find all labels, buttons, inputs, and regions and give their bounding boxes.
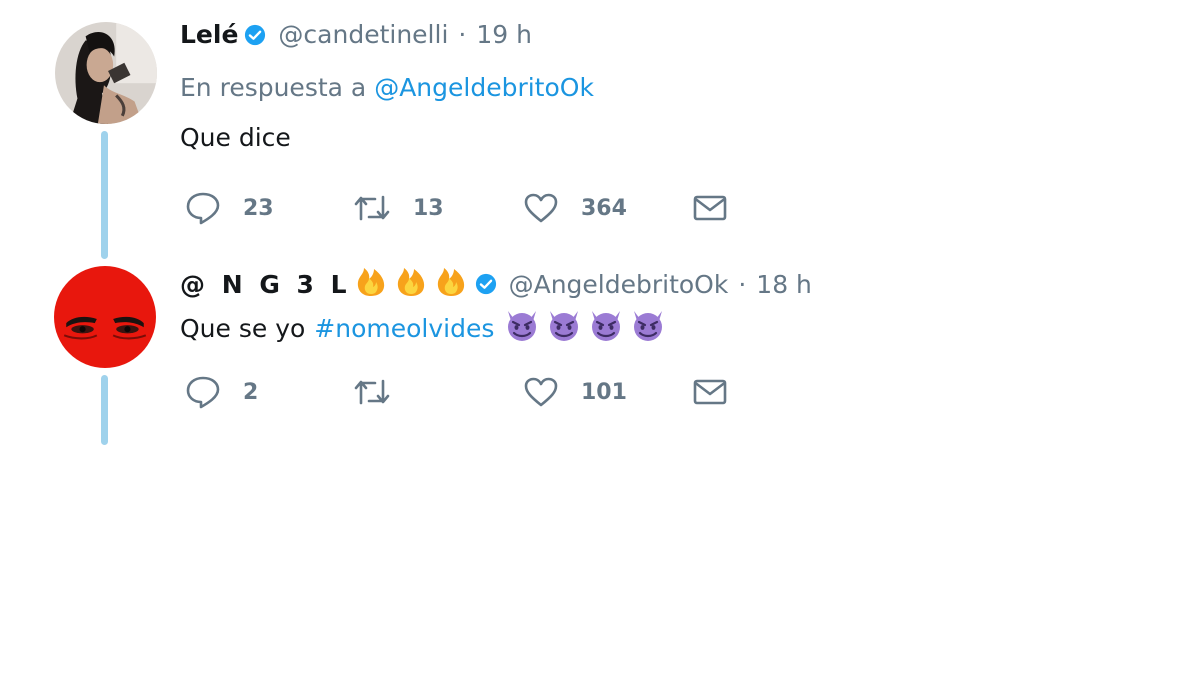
hashtag-link[interactable]: #nomeolvides [314, 314, 494, 343]
speech-bubble-icon [185, 375, 221, 409]
reply-button[interactable]: 2 [185, 372, 258, 412]
tweet-thread: Lelé @candetinelli · 19 h En respuesta a… [0, 0, 1200, 675]
thread-connector-line [101, 131, 108, 259]
retweet-icon [353, 377, 391, 407]
tweet-body: Que se yo [180, 313, 306, 343]
tweet-text: Que dice [180, 123, 291, 152]
smiling-imp-emoji-icon [629, 307, 667, 349]
avatar[interactable] [54, 266, 156, 368]
envelope-icon [692, 193, 728, 223]
retweet-button[interactable] [353, 372, 413, 412]
reply-count: 2 [243, 379, 259, 405]
smiling-imp-emoji-icon [503, 307, 541, 349]
heart-icon [523, 376, 559, 408]
reply-count: 23 [243, 195, 274, 221]
fire-emoji-icon [433, 264, 469, 304]
verified-badge-icon [475, 273, 497, 295]
smiling-imp-emoji-icon [587, 307, 625, 349]
reply-to-handle-link[interactable]: @AngeldebritoOk [374, 73, 594, 102]
text-emojis [503, 307, 667, 349]
user-handle[interactable]: @candetinelli [278, 20, 448, 49]
timestamp[interactable]: 19 h [476, 20, 532, 49]
direct-message-button[interactable] [692, 372, 728, 412]
tweet-header: Lelé @candetinelli · 19 h [180, 20, 532, 49]
thread-connector-line [101, 375, 108, 445]
like-button[interactable]: 364 [523, 188, 627, 228]
avatar[interactable] [55, 22, 157, 124]
tweet-header: @ N G 3 L @AngeldebritoOk · 18 h [180, 264, 812, 304]
separator-dot: · [458, 20, 467, 49]
like-count: 101 [581, 379, 627, 405]
retweet-icon [353, 193, 391, 223]
envelope-icon [692, 377, 728, 407]
speech-bubble-icon [185, 191, 221, 225]
smiling-imp-emoji-icon [545, 307, 583, 349]
display-name[interactable]: Lelé [180, 20, 238, 49]
verified-badge-icon [244, 24, 266, 46]
reply-prefix: En respuesta a [180, 73, 367, 102]
retweet-count: 13 [413, 195, 444, 221]
user-handle[interactable]: @AngeldebritoOk [509, 270, 729, 299]
reply-context: En respuesta a @AngeldebritoOk [180, 73, 594, 102]
direct-message-button[interactable] [692, 188, 728, 228]
retweet-button[interactable]: 13 [353, 188, 444, 228]
fire-emoji-icon [393, 264, 429, 304]
fire-emoji-icon [353, 264, 389, 304]
timestamp[interactable]: 18 h [756, 270, 812, 299]
tweet-text: Que se yo #nomeolvides [180, 307, 667, 349]
display-name[interactable]: @ N G 3 L [180, 270, 351, 299]
like-button[interactable]: 101 [523, 372, 627, 412]
reply-button[interactable]: 23 [185, 188, 274, 228]
separator-dot: · [738, 269, 747, 299]
heart-icon [523, 192, 559, 224]
like-count: 364 [581, 195, 627, 221]
name-emojis [353, 264, 469, 304]
